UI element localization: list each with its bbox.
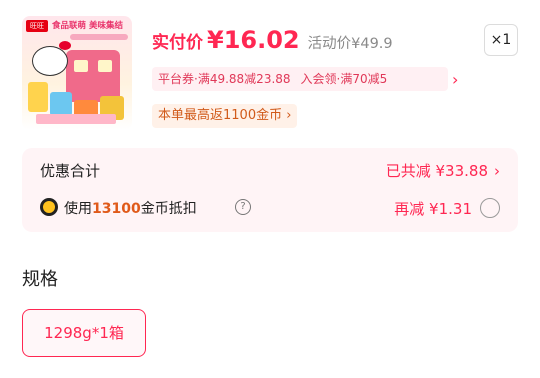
- member-coupon-prefix: 入会领·: [300, 72, 341, 86]
- product-thumbnail[interactable]: 旺旺 食品联萌 美味集结: [22, 16, 132, 130]
- hello-kitty-illustration: [32, 41, 71, 76]
- price-row: 实付价 ¥16.02 活动价¥49.9: [152, 26, 393, 60]
- coin-icon: [40, 198, 58, 216]
- coin-amount: 13100: [92, 201, 141, 217]
- question-circle-icon[interactable]: ?: [235, 199, 251, 215]
- member-coupon-text: 满70减5: [340, 72, 388, 86]
- collab-subtitle-bar: [70, 34, 128, 40]
- quantity-selector[interactable]: ×1: [484, 24, 518, 56]
- chevron-right-icon: ›: [286, 108, 292, 123]
- platform-coupon-prefix: 平台券·: [158, 72, 198, 86]
- discount-total-value: 已共减 ¥33.88: [385, 162, 488, 180]
- cashback-text: 本单最高返1100金币: [158, 108, 283, 123]
- discount-total-link[interactable]: 已共减 ¥33.88 ›: [386, 160, 500, 181]
- snack-tray: [36, 114, 116, 124]
- event-price: 活动价¥49.9: [307, 36, 393, 52]
- snack-pack: [50, 92, 72, 116]
- brand-logo: 旺旺: [26, 20, 48, 32]
- collab-banner-text: 食品联萌 美味集结: [52, 21, 123, 31]
- chevron-right-icon[interactable]: ›: [452, 71, 458, 89]
- pay-price: ¥16.02: [207, 26, 300, 54]
- coin-use-suffix: 金币抵扣: [140, 201, 197, 217]
- spec-title: 规格: [22, 269, 58, 290]
- chevron-right-icon: ›: [494, 162, 500, 180]
- pay-price-label: 实付价: [152, 33, 203, 53]
- snack-pack: [28, 82, 48, 112]
- coin-use-prefix: 使用: [64, 201, 92, 217]
- coin-deduction-line: 使用13100金币抵扣: [64, 198, 197, 218]
- cashback-badge[interactable]: 本单最高返1100金币 ›: [152, 104, 298, 128]
- coin-deduction-radio[interactable]: [480, 198, 500, 218]
- discount-total-label: 优惠合计: [40, 162, 101, 180]
- gift-house-illustration: [66, 50, 120, 102]
- discount-summary-panel: 优惠合计 已共减 ¥33.88 › 使用13100金币抵扣 ? 再减 ¥1.31: [22, 148, 518, 232]
- platform-coupon-text: 满49.88减23.88: [197, 72, 291, 86]
- coupon-row[interactable]: 平台券·满49.88减23.88 入会领·满70减5: [152, 67, 448, 91]
- extra-discount-value: 再减 ¥1.31: [394, 200, 472, 218]
- spec-option-selected[interactable]: 1298g*1箱: [22, 309, 146, 357]
